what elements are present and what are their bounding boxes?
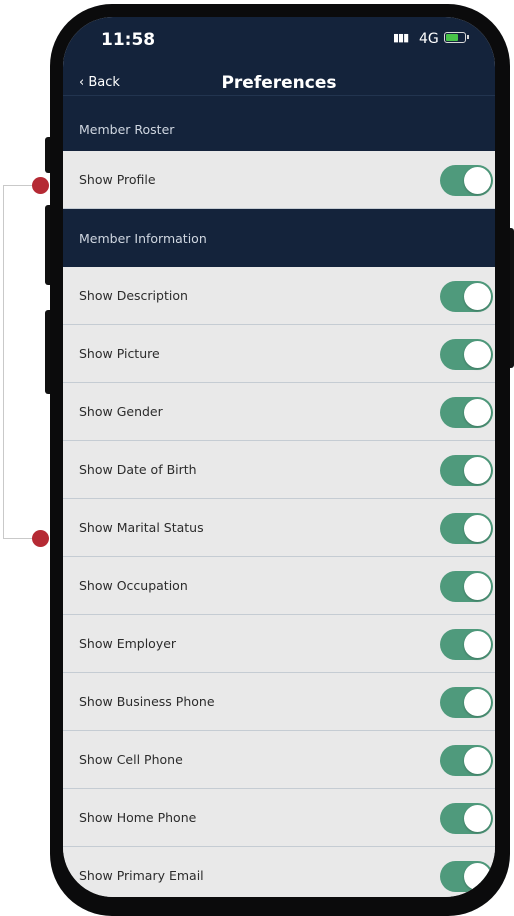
- section-header-member-information: Member Information: [63, 209, 495, 267]
- toggle-switch[interactable]: [440, 745, 493, 776]
- list-item-show-cell-phone: Show Cell Phone: [63, 731, 495, 789]
- section-header-member-roster: Member Roster: [79, 122, 175, 137]
- header: 11:58 ▮▮▮ 4G ‹ Back Preferences Member R…: [63, 17, 495, 151]
- header-divider: [63, 95, 495, 96]
- network-label: 4G: [419, 31, 439, 47]
- row-label: Show Description: [79, 288, 188, 303]
- toggle-switch[interactable]: [440, 281, 493, 312]
- toggle-switch[interactable]: [440, 629, 493, 660]
- toggle-switch[interactable]: [440, 339, 493, 370]
- list-item-show-date-of-birth: Show Date of Birth: [63, 441, 495, 499]
- list-item-show-employer: Show Employer: [63, 615, 495, 673]
- battery-charging-icon: [444, 32, 469, 43]
- row-label: Show Home Phone: [79, 810, 197, 825]
- list-item-show-occupation: Show Occupation: [63, 557, 495, 615]
- screen: 11:58 ▮▮▮ 4G ‹ Back Preferences Member R…: [63, 17, 495, 897]
- row-label: Show Cell Phone: [79, 752, 183, 767]
- row-label: Show Marital Status: [79, 520, 204, 535]
- row-label: Show Occupation: [79, 578, 188, 593]
- list-item-show-profile: Show Profile: [63, 151, 495, 209]
- status-time: 11:58: [101, 30, 156, 50]
- row-label: Show Date of Birth: [79, 462, 197, 477]
- toggle-switch[interactable]: [440, 571, 493, 602]
- list-item-show-gender: Show Gender: [63, 383, 495, 441]
- list-item-show-business-phone: Show Business Phone: [63, 673, 495, 731]
- toggle-switch[interactable]: [440, 165, 493, 196]
- toggle-switch[interactable]: [440, 861, 493, 892]
- row-label: Show Profile: [79, 172, 156, 187]
- phone-frame: 11:58 ▮▮▮ 4G ‹ Back Preferences Member R…: [50, 4, 510, 916]
- toggle-switch[interactable]: [440, 803, 493, 834]
- row-label: Show Gender: [79, 404, 163, 419]
- row-label: Show Picture: [79, 346, 160, 361]
- list-item-show-description: Show Description: [63, 267, 495, 325]
- list-item-show-marital-status: Show Marital Status: [63, 499, 495, 557]
- annotation-dot-bottom: [32, 530, 49, 547]
- list-item-show-picture: Show Picture: [63, 325, 495, 383]
- row-label: Show Employer: [79, 636, 177, 651]
- toggle-switch[interactable]: [440, 397, 493, 428]
- signal-icon: ▮▮▮: [393, 31, 409, 44]
- annotation-bracket: [3, 185, 40, 539]
- toggle-switch[interactable]: [440, 687, 493, 718]
- list-item-show-primary-email: Show Primary Email: [63, 847, 495, 897]
- toggle-switch[interactable]: [440, 513, 493, 544]
- annotation-dot-top: [32, 177, 49, 194]
- toggle-switch[interactable]: [440, 455, 493, 486]
- row-label: Show Business Phone: [79, 694, 215, 709]
- row-label: Show Primary Email: [79, 868, 204, 883]
- list-item-show-home-phone: Show Home Phone: [63, 789, 495, 847]
- section-label: Member Information: [79, 231, 207, 246]
- page-title: Preferences: [221, 73, 337, 93]
